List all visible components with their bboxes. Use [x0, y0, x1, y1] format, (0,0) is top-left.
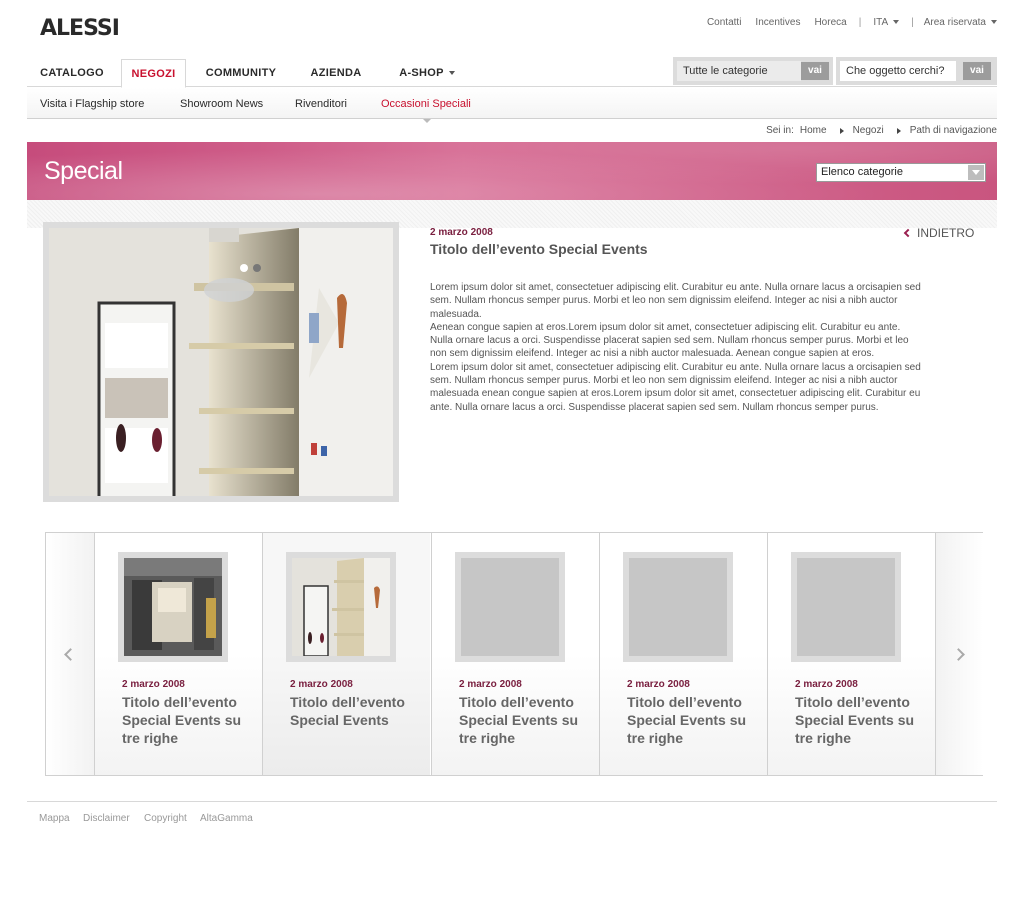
arrow-right-icon: [839, 127, 844, 134]
area-riservata-menu[interactable]: Area riservata: [924, 17, 997, 28]
chevron-down-icon: [448, 71, 455, 76]
event-thumbnail: [623, 552, 733, 662]
category-dropdown-label: Elenco categorie: [821, 166, 903, 178]
arrow-right-icon: [896, 127, 901, 134]
footer-disclaimer-link[interactable]: Disclaimer: [83, 813, 130, 824]
divider: |: [858, 17, 862, 28]
event-date: 2 marzo 2008: [795, 679, 858, 690]
sub-nav: Visita i Flagship store Showroom News Ri…: [27, 88, 997, 119]
event-thumbnail: [286, 552, 396, 662]
event-title: Titolo dell’evento Special Events su tre…: [627, 694, 747, 746]
chevron-down-icon: [893, 20, 900, 25]
carousel-item[interactable]: 2 marzo 2008 Titolo dell’evento Special …: [767, 533, 935, 775]
carousel-item[interactable]: 2 marzo 2008 Titolo dell’evento Special …: [599, 533, 767, 775]
category-search: Tutte le categorie vai: [673, 57, 833, 85]
search-go-button[interactable]: vai: [963, 62, 991, 80]
storefront-illustration: [124, 558, 222, 656]
breadcrumb-home[interactable]: Home: [800, 125, 827, 136]
event-paragraph: Aenean congue sapien at eros.Lorem ipsum…: [430, 321, 909, 360]
tab-a-shop-label: A-SHOP: [399, 67, 444, 79]
carousel-next-button[interactable]: [935, 533, 983, 775]
footer-copyright-link[interactable]: Copyright: [144, 813, 187, 824]
incentives-link[interactable]: Incentives: [755, 17, 800, 28]
tab-negozi[interactable]: NEGOZI: [121, 59, 186, 88]
event-date: 2 marzo 2008: [459, 679, 522, 690]
image-placeholder: [629, 558, 727, 656]
horeca-link[interactable]: Horeca: [814, 17, 846, 28]
image-placeholder: [797, 558, 895, 656]
page-title: Special: [44, 157, 123, 185]
carousel-prev-button[interactable]: [46, 533, 94, 775]
breadcrumb-label: Sei in:: [766, 125, 794, 136]
alessi-logo[interactable]: ALESSI: [40, 16, 120, 41]
breadcrumb-negozi[interactable]: Negozi: [853, 125, 884, 136]
event-title: Titolo dell’evento Special Events su tre…: [459, 694, 579, 746]
chevron-left-icon: [64, 648, 77, 661]
event-thumbnail: [791, 552, 901, 662]
event-title: Titolo dell’evento Special Events su tre…: [122, 694, 242, 746]
language-selector[interactable]: ITA: [873, 17, 900, 28]
carousel-item-selected[interactable]: 2 marzo 2008 Titolo dell’evento Special …: [262, 533, 430, 775]
event-title: Titolo dell’evento Special Events: [290, 694, 405, 728]
event-main-image: [43, 222, 399, 502]
image-placeholder: [461, 558, 559, 656]
shelf-illustration: [292, 558, 390, 656]
chevron-down-icon: [991, 20, 997, 25]
event-date: 2 marzo 2008: [627, 679, 690, 690]
event-thumbnail: [455, 552, 565, 662]
chevron-left-icon: [903, 228, 913, 238]
footer-altagamma-link[interactable]: AltaGamma: [200, 813, 253, 824]
event-article: 2 marzo 2008 Titolo dell’evento Special …: [430, 227, 922, 414]
event-date: 2 marzo 2008: [430, 227, 493, 238]
category-select[interactable]: Tutte le categorie: [677, 61, 801, 81]
shelf-photo: [292, 558, 390, 656]
category-dropdown[interactable]: Elenco categorie: [816, 163, 986, 182]
event-title: Titolo dell’evento Special Events: [430, 241, 648, 257]
utility-nav: Contatti Incentives Horeca | ITA | Area …: [693, 17, 997, 28]
event-body: Lorem ipsum dolor sit amet, consectetuer…: [430, 281, 922, 414]
subnav-occasioni-speciali[interactable]: Occasioni Speciali: [381, 98, 471, 110]
category-go-button[interactable]: vai: [801, 62, 829, 80]
subnav-showroom-news[interactable]: Showroom News: [180, 98, 263, 110]
area-riservata-label: Area riservata: [923, 17, 986, 28]
back-button[interactable]: INDIETRO: [903, 226, 975, 240]
contatti-link[interactable]: Contatti: [707, 17, 741, 28]
chevron-right-icon: [952, 648, 965, 661]
shelf-photo: [49, 228, 393, 496]
product-search: Che oggetto cerchi? vai: [836, 57, 997, 85]
language-label: ITA: [873, 17, 889, 28]
special-banner: Special Elenco categorie: [27, 142, 997, 228]
events-carousel: 2 marzo 2008 Titolo dell’evento Special …: [45, 532, 983, 776]
event-paragraph: Lorem ipsum dolor sit amet, consectetuer…: [430, 361, 921, 413]
event-paragraph: Lorem ipsum dolor sit amet, consectetuer…: [430, 282, 921, 320]
search-input[interactable]: Che oggetto cerchi?: [840, 61, 956, 81]
event-thumbnail: [118, 552, 228, 662]
tab-community[interactable]: COMMUNITY: [195, 59, 287, 87]
breadcrumb: Sei in: Home Negozi Path di navigazione: [766, 125, 997, 136]
tab-azienda[interactable]: AZIENDA: [297, 59, 375, 87]
tab-catalogo[interactable]: CATALOGO: [27, 59, 117, 87]
active-pointer-icon: [423, 119, 431, 123]
back-label: INDIETRO: [917, 226, 975, 240]
subnav-flagship-store[interactable]: Visita i Flagship store: [40, 98, 144, 110]
storefront-photo: [124, 558, 222, 656]
carousel-item[interactable]: 2 marzo 2008 Titolo dell’evento Special …: [431, 533, 599, 775]
footer-mappa-link[interactable]: Mappa: [39, 813, 70, 824]
subnav-rivenditori[interactable]: Rivenditori: [295, 98, 347, 110]
event-date: 2 marzo 2008: [122, 679, 185, 690]
event-date: 2 marzo 2008: [290, 679, 353, 690]
chevron-down-icon: [968, 165, 984, 180]
footer: Mappa Disclaimer Copyright AltaGamma: [27, 801, 997, 824]
shelf-illustration: [49, 228, 393, 496]
breadcrumb-current: Path di navigazione: [909, 125, 997, 136]
tab-a-shop[interactable]: A-SHOP: [387, 59, 467, 87]
divider: |: [911, 17, 914, 28]
event-title: Titolo dell’evento Special Events su tre…: [795, 694, 915, 746]
carousel-item[interactable]: 2 marzo 2008 Titolo dell’evento Special …: [94, 533, 262, 775]
